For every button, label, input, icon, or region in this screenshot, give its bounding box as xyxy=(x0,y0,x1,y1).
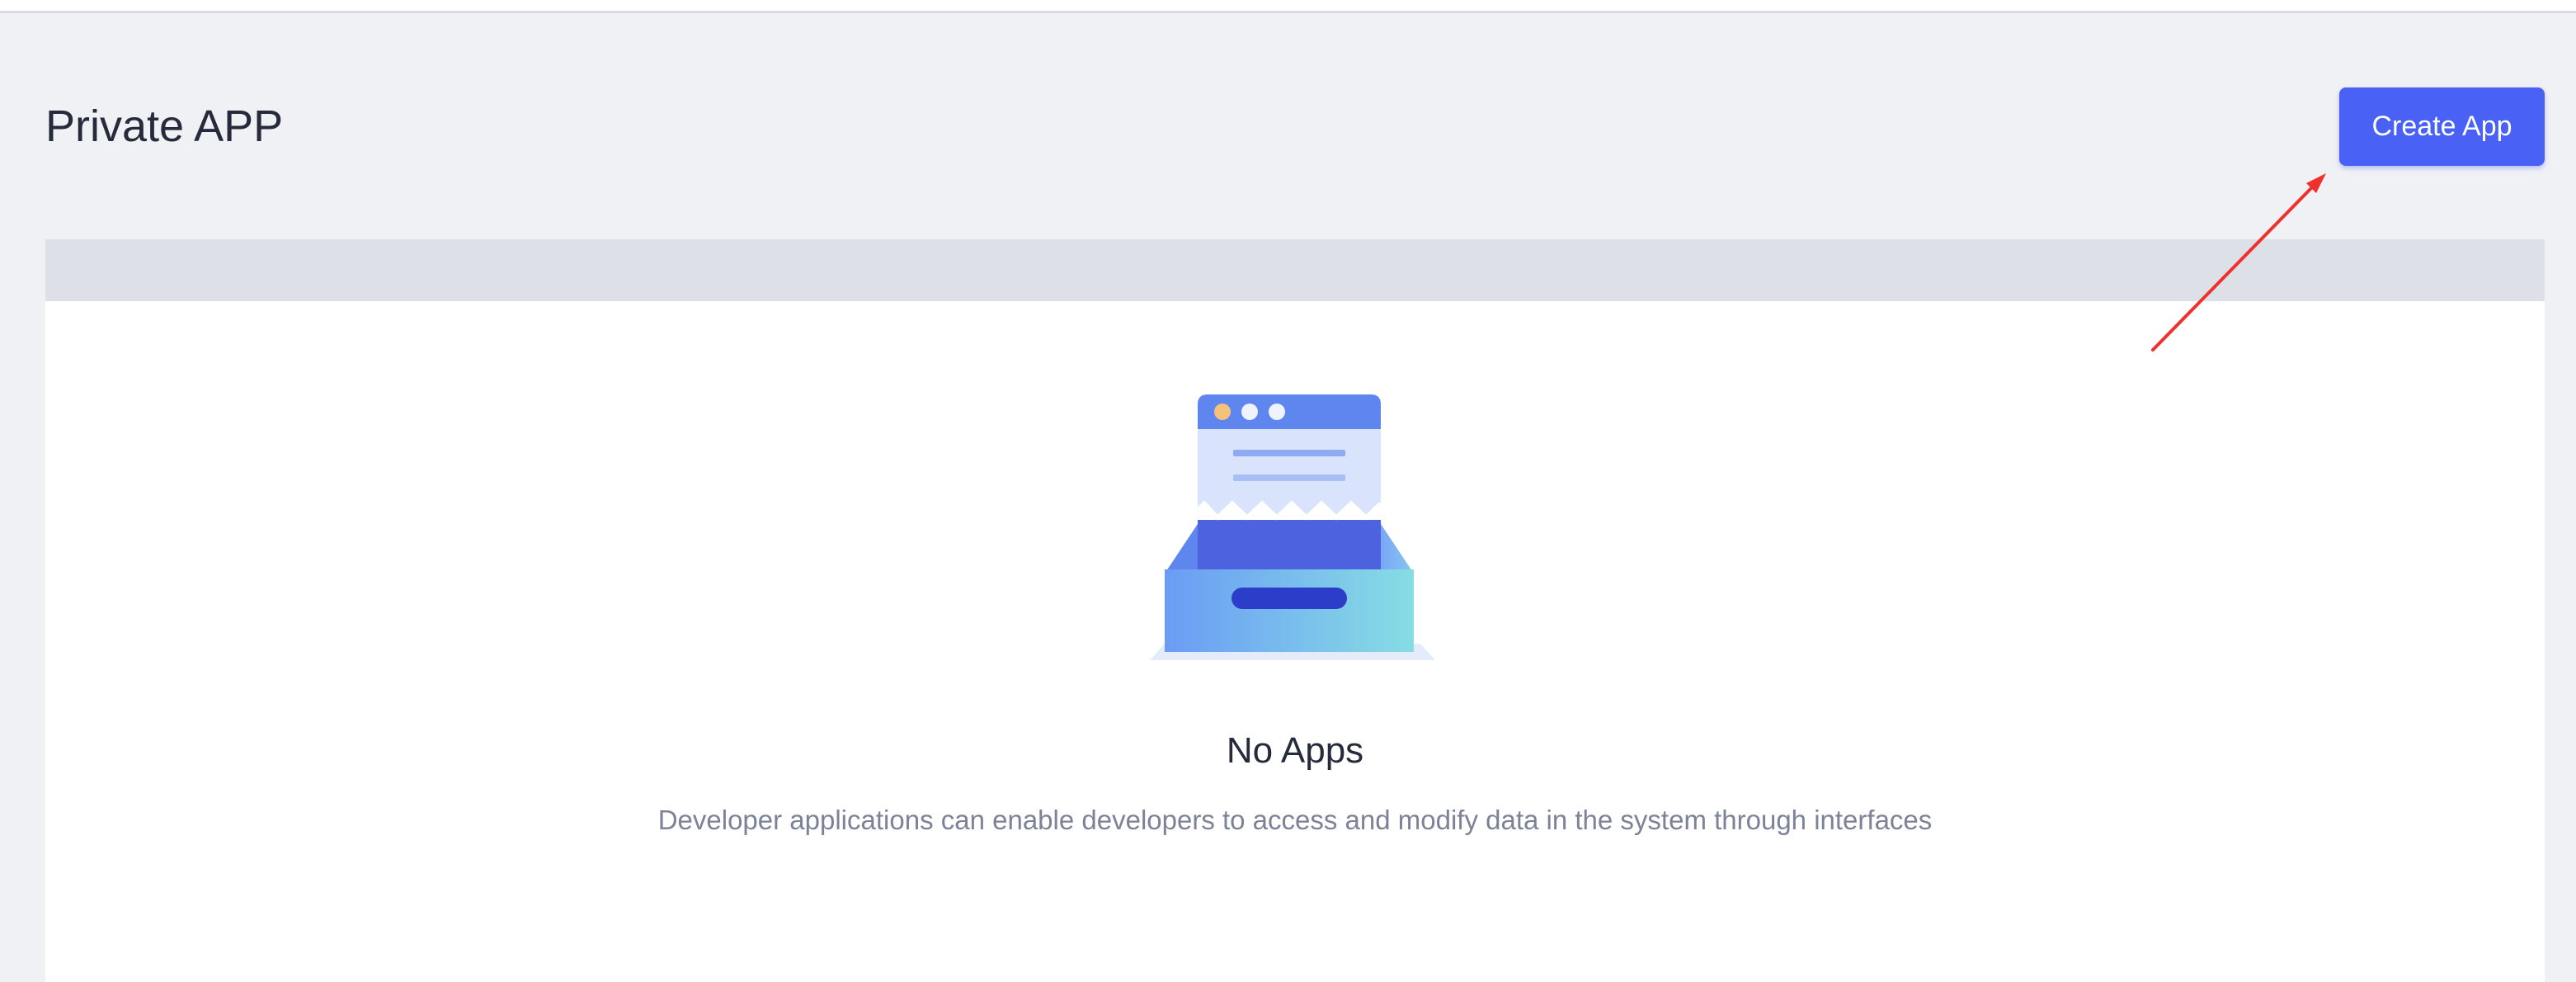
page-title: Private APP xyxy=(45,102,284,151)
apps-card: No Apps Developer applications can enabl… xyxy=(45,239,2545,982)
top-bar xyxy=(0,0,2576,13)
empty-state-title: No Apps xyxy=(1226,730,1364,771)
create-app-button[interactable]: Create App xyxy=(2339,87,2545,166)
card-header xyxy=(45,239,2545,301)
empty-state-description: Developer applications can enable develo… xyxy=(657,805,1933,835)
empty-inbox-icon xyxy=(1150,394,1435,660)
